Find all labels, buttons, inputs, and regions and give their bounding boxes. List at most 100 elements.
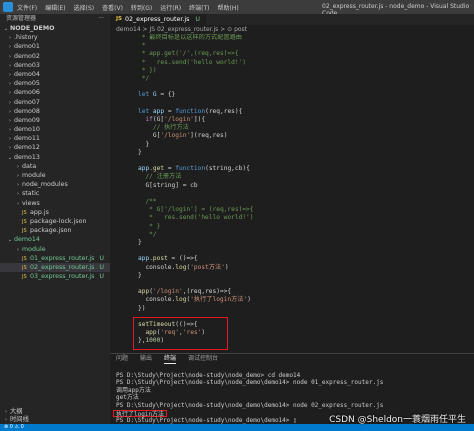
code-token: let xyxy=(138,91,153,99)
code-token: log xyxy=(175,263,187,271)
code-text: console.log('post方法') xyxy=(138,263,228,272)
code-text: * res.send('hello world!') xyxy=(138,59,246,67)
tree-item-label: demo03 xyxy=(14,61,40,69)
tree-item[interactable]: ⌄ demo14 xyxy=(0,235,110,244)
tree-item[interactable]: › data xyxy=(0,162,110,171)
watermark: CSDN @Sheldon一蓑烟雨任平生 xyxy=(329,415,466,425)
code-line: // 注册方法 xyxy=(110,173,474,181)
tree-item[interactable]: ⌄ NODE_DEMO xyxy=(0,24,110,33)
sidebar-section[interactable]: › 时间线 xyxy=(0,416,110,424)
terminal-text: get方法 xyxy=(116,394,139,402)
breadcrumb[interactable]: demo14 > JS 02_express_router.js > ⊙ pos… xyxy=(110,25,474,34)
problems-count[interactable]: ⊗ 0 ⚠ 0 xyxy=(4,424,24,431)
menu-item[interactable]: 帮助(H) xyxy=(217,5,238,12)
tree-item[interactable]: › demo07 xyxy=(0,98,110,107)
tree-item[interactable]: JS app.js xyxy=(0,208,110,217)
code-token: /** xyxy=(138,198,157,205)
more-actions-icon[interactable]: ··· xyxy=(98,14,104,24)
annotation-box-terminal-output: 执行了login方法 xyxy=(113,409,168,418)
menu-item[interactable]: 选择(S) xyxy=(74,5,95,12)
untracked-badge: U xyxy=(195,16,200,23)
menu-item[interactable]: 查看(V) xyxy=(102,5,123,12)
tree-item-label: 02_express_router.js xyxy=(30,263,95,271)
code-line: let app = function(req,res){ xyxy=(110,108,474,116)
tree-item[interactable]: JS package-lock.json xyxy=(0,217,110,226)
panel-tab[interactable]: 问题 xyxy=(116,354,128,364)
menu-item[interactable]: 转到(G) xyxy=(131,5,152,12)
tree-item[interactable]: › demo12 xyxy=(0,143,110,152)
code-text: */ xyxy=(138,231,156,239)
tree-item[interactable]: JS 03_express_router.js U xyxy=(0,272,110,281)
terminal-line: PS D:\Study\Project\node-study\node_demo… xyxy=(116,402,474,410)
explorer-sidebar: 资源管理器 ··· ⌄ NODE_DEMO › .history › demo01 › dem… xyxy=(0,14,110,424)
tree-item[interactable]: › module xyxy=(0,245,110,254)
tree-item[interactable]: › module xyxy=(0,171,110,180)
tree-item[interactable]: › demo03 xyxy=(0,61,110,70)
tree-item[interactable]: JS 02_express_router.js U xyxy=(0,262,110,273)
code-token: console. xyxy=(138,296,176,304)
code-text: */ xyxy=(138,75,149,83)
menu-bar: 文件(F) 编辑(E) 选择(S) 查看(V) 转到(G) 运行(R) 终端(T) 帮助(H) xyxy=(17,3,247,12)
menu-item[interactable]: 编辑(E) xyxy=(45,5,65,12)
tree-item[interactable]: › demo01 xyxy=(0,42,110,51)
tree-item-label: NODE_DEMO xyxy=(10,25,55,32)
tree-item[interactable]: › demo02 xyxy=(0,52,110,61)
code-line: } xyxy=(110,149,474,157)
code-token: * res.send('hello world!') xyxy=(138,58,247,66)
tree-item-label: demo11 xyxy=(14,135,40,143)
code-token: 'post方法' xyxy=(190,263,225,271)
chevron-right-icon: › xyxy=(5,409,7,415)
tree-item[interactable]: › demo11 xyxy=(0,134,110,143)
js-file-icon: JS xyxy=(116,16,123,22)
vscode-logo-icon xyxy=(3,2,13,12)
tree-item[interactable]: › views xyxy=(0,199,110,208)
status-bar: ⊗ 0 ⚠ 0 xyxy=(0,424,474,431)
code-token: * G['/login'] = (req,res)=>{ xyxy=(138,206,254,214)
code-token: (G[ xyxy=(152,116,165,123)
tree-item[interactable]: › demo04 xyxy=(0,70,110,79)
tree-item[interactable]: ⌄ demo13 xyxy=(0,153,110,162)
tree-item[interactable]: › demo05 xyxy=(0,79,110,88)
tree-item-label: demo06 xyxy=(14,89,40,97)
panel-tab[interactable]: 输出 xyxy=(140,354,152,364)
tree-item[interactable]: › demo08 xyxy=(0,107,110,116)
tree-item[interactable]: › demo06 xyxy=(0,88,110,97)
code-line: } xyxy=(110,272,474,280)
tree-item[interactable]: › demo09 xyxy=(0,116,110,125)
code-token: console. xyxy=(138,263,176,271)
tree-item[interactable]: JS 01_express_router.js U xyxy=(0,254,110,263)
tab-label: 02_express_router.js xyxy=(125,16,190,23)
code-line: */ xyxy=(110,75,474,83)
panel-tab[interactable]: 调试控制台 xyxy=(188,354,218,364)
code-line: * app.get('/',(req,res)=>{ xyxy=(110,50,474,58)
code-token: function xyxy=(175,165,206,173)
menu-item[interactable]: 运行(R) xyxy=(160,5,181,12)
code-line: * res.send('hello world!') xyxy=(110,59,474,67)
code-line: console.log('执行了login方法') xyxy=(110,296,474,304)
code-token: * xyxy=(138,42,146,50)
tree-item[interactable]: › .history xyxy=(0,33,110,42)
tree-item-label: demo04 xyxy=(14,70,40,78)
untracked-badge: U xyxy=(99,273,104,281)
code-token: * } xyxy=(138,222,161,230)
tree-item[interactable]: JS package.json xyxy=(0,226,110,235)
sidebar-section[interactable]: › 大纲 xyxy=(0,408,110,416)
panel-tab[interactable]: 终端 xyxy=(164,354,177,364)
tab-02-express-router[interactable]: JS 02_express_router.js U xyxy=(110,14,206,25)
code-text: * }) xyxy=(138,67,157,75)
code-token: ,(req,res)=>{ xyxy=(182,288,232,296)
tree-item[interactable]: › static xyxy=(0,189,110,198)
code-text: console.log('执行了login方法') xyxy=(138,296,251,304)
code-token: get xyxy=(152,165,165,173)
code-text: * app.get('/',(req,res)=>{ xyxy=(138,50,239,58)
code-token: * 最终目标是以这样的方式配置路由 xyxy=(138,34,242,41)
tree-item[interactable]: › demo10 xyxy=(0,125,110,134)
tree-item-label: demo10 xyxy=(14,126,40,134)
code-token: }) xyxy=(138,304,146,312)
sidebar-bottom-sections: › 大纲 › 时间线 xyxy=(0,408,110,424)
menu-item[interactable]: 终端(T) xyxy=(189,5,209,12)
tree-item[interactable]: › node_modules xyxy=(0,180,110,189)
menu-item[interactable]: 文件(F) xyxy=(17,5,37,12)
